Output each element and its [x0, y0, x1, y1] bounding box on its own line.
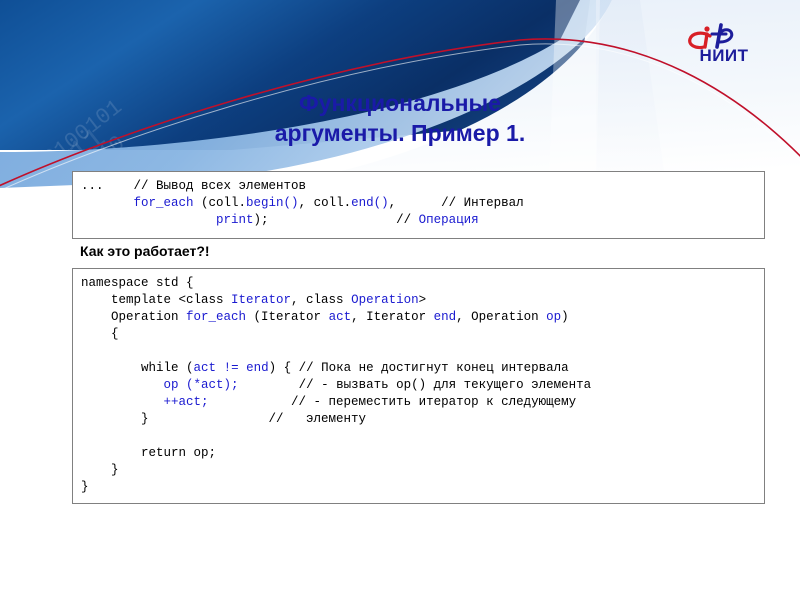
code-line: print); // Операция [81, 212, 756, 229]
code-token: ... [81, 179, 134, 193]
section-caption: Как это работает?! [80, 243, 210, 259]
code-token: , class [291, 293, 352, 307]
title-line-2: аргументы. Пример 1. [274, 120, 526, 146]
code-token: } [81, 463, 119, 477]
code-block-usage: ... // Вывод всех элементов for_each (co… [72, 171, 765, 239]
code-token: namespace std { [81, 276, 194, 290]
code-token: (coll. [193, 196, 247, 210]
code-token: , coll. [298, 196, 352, 210]
code-token: , Iterator [351, 310, 434, 324]
page-title: Функциональные аргументы. Пример 1. [90, 88, 710, 148]
code-token: { [81, 327, 119, 341]
code-line: Operation for_each (Iterator act, Iterat… [81, 309, 756, 326]
code-line: template <class Iterator, class Operatio… [81, 292, 756, 309]
code-line: while (act != end) { // Пока не достигну… [81, 360, 756, 377]
code-token: (Iterator [246, 310, 329, 324]
code-token-highlight: act [328, 310, 352, 324]
company-logo: НИИТ [676, 22, 772, 76]
code-token-highlight: op [163, 378, 179, 392]
code-line: { [81, 326, 756, 343]
code-token-highlight: for_each [133, 196, 194, 210]
code-token-highlight: op [546, 310, 562, 324]
code-token: // [396, 213, 419, 227]
code-token-highlight: act [193, 361, 217, 375]
code-token-highlight: end() [351, 196, 389, 210]
code-token-highlight: Operation [351, 293, 419, 307]
code-token: while ( [81, 361, 194, 375]
code-token-highlight: ++act; [163, 395, 209, 409]
code-token-highlight: Iterator [231, 293, 292, 307]
code-token: } // элементу [81, 412, 367, 426]
code-line: } [81, 479, 756, 496]
code-line: return op; [81, 445, 756, 462]
code-token: template <class [81, 293, 232, 307]
code-token: Operation [81, 310, 187, 324]
code-token: , Operation [456, 310, 547, 324]
code-line: for_each (coll.begin(), coll.end(), // И… [81, 195, 756, 212]
code-line: namespace std { [81, 275, 756, 292]
code-token-highlight: end [246, 361, 269, 375]
code-line: } // элементу [81, 411, 756, 428]
logo-it-glyph [688, 23, 734, 50]
code-token: // Вывод всех элементов [133, 179, 307, 193]
slide-canvas: 1001011001001110100101 01101001011010010… [0, 0, 800, 600]
code-token: // Интервал [441, 196, 524, 210]
code-line: ++act; // - переместить итератор к следу… [81, 394, 756, 411]
code-block-implementation: namespace std { template <class Iterator… [72, 268, 765, 504]
logo-mark-icon [676, 22, 772, 50]
code-token-highlight: Операция [418, 213, 479, 227]
code-line: } [81, 462, 756, 479]
code-token: // - переместить итератор к следующему [208, 395, 577, 409]
code-token: ); [253, 213, 269, 227]
code-token: ) { // Пока не достигнут конец интервала [268, 361, 569, 375]
code-token: // - вызвать op() для текущего элемента [238, 378, 592, 392]
code-token-highlight: for_each [186, 310, 247, 324]
code-token: , [388, 196, 442, 210]
code-token: ) [561, 310, 569, 324]
code-token: > [418, 293, 427, 307]
code-line: ... // Вывод всех элементов [81, 178, 756, 195]
code-token: return op; [81, 446, 217, 460]
code-token: } [81, 480, 89, 494]
code-token-highlight: end [433, 310, 457, 324]
code-line: op (*act); // - вызвать op() для текущег… [81, 377, 756, 394]
code-token-highlight: begin() [246, 196, 299, 210]
code-token-highlight: (*act); [186, 378, 239, 392]
title-line-1: Функциональные [299, 90, 501, 116]
code-token-highlight: != [223, 361, 239, 375]
code-token-highlight: print [216, 213, 254, 227]
